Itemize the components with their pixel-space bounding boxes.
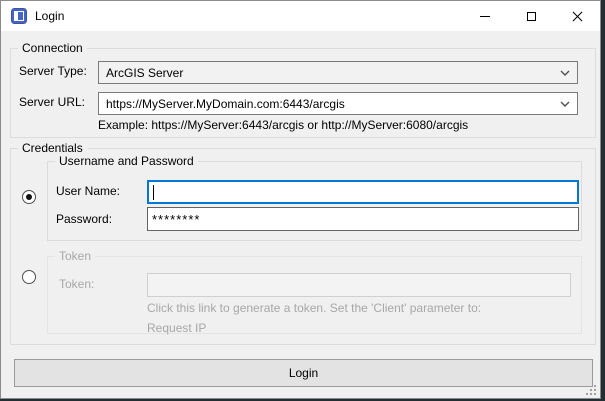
close-button[interactable] xyxy=(554,1,600,31)
token-hint-text: Click this link to generate a token. Set… xyxy=(147,301,481,315)
server-type-value: ArcGIS Server xyxy=(106,66,183,80)
server-type-label: Server Type: xyxy=(19,64,87,78)
server-type-combobox[interactable]: ArcGIS Server xyxy=(98,61,578,84)
window-title: Login xyxy=(35,1,64,31)
token-input[interactable] xyxy=(147,273,571,297)
server-url-example-text: Example: https://MyServer:6443/arcgis or… xyxy=(98,118,468,132)
minimize-button[interactable] xyxy=(462,1,508,31)
token-group-label: Token xyxy=(55,249,95,264)
chevron-down-icon xyxy=(560,70,570,76)
password-input[interactable] xyxy=(147,207,579,231)
username-password-group-label: Username and Password xyxy=(55,154,198,169)
maximize-icon xyxy=(527,12,536,21)
login-dialog: Login Connection Server Type: ArcGIS Ser… xyxy=(0,0,601,399)
server-url-label: Server URL: xyxy=(19,95,85,109)
token-radio[interactable] xyxy=(22,270,36,284)
connection-group-label: Connection xyxy=(18,41,87,56)
maximize-button[interactable] xyxy=(508,1,554,31)
form-icon xyxy=(11,8,27,24)
user-name-label: User Name: xyxy=(56,184,120,198)
screenshot-stage: Login Connection Server Type: ArcGIS Ser… xyxy=(0,0,605,401)
text-caret xyxy=(153,185,154,200)
close-icon xyxy=(572,11,583,22)
request-ip-link[interactable]: Request IP xyxy=(147,321,206,335)
resize-grip-icon[interactable] xyxy=(585,384,597,396)
minimize-icon xyxy=(480,16,490,17)
server-url-combobox[interactable]: https://MyServer.MyDomain.com:6443/arcgi… xyxy=(98,92,578,115)
user-name-input[interactable] xyxy=(147,180,579,204)
username-password-radio[interactable] xyxy=(22,190,36,204)
chevron-down-icon xyxy=(560,101,570,107)
server-url-value: https://MyServer.MyDomain.com:6443/arcgi… xyxy=(106,97,345,111)
token-label: Token: xyxy=(59,277,94,291)
titlebar[interactable]: Login xyxy=(1,1,600,31)
password-label: Password: xyxy=(56,212,112,226)
login-button[interactable]: Login xyxy=(14,359,593,387)
